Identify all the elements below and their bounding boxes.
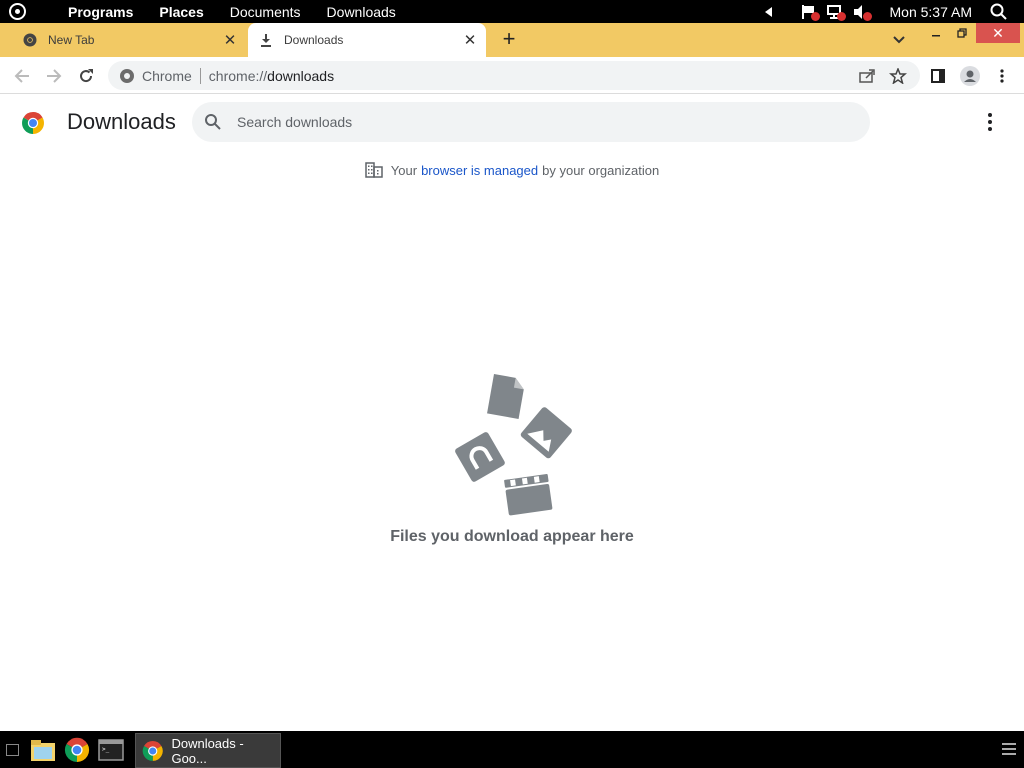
minimize-button[interactable] bbox=[923, 23, 949, 43]
managed-prefix: Your bbox=[390, 162, 418, 178]
page-header: Downloads bbox=[0, 94, 1024, 150]
new-tab-button[interactable]: + bbox=[497, 28, 521, 51]
chrome-site-icon bbox=[120, 68, 134, 83]
managed-notice: Your browser is managed by your organiza… bbox=[0, 162, 1024, 178]
downloads-page: Downloads Your browser is managed by you… bbox=[0, 94, 1024, 731]
volume-muted-icon[interactable] bbox=[852, 4, 872, 21]
building-icon bbox=[365, 162, 383, 178]
reload-icon[interactable] bbox=[75, 65, 97, 87]
chrome-icon bbox=[142, 740, 163, 761]
chrome-launcher-icon[interactable] bbox=[64, 737, 90, 763]
profile-avatar-icon[interactable] bbox=[959, 65, 981, 87]
places-menu[interactable]: Places bbox=[159, 4, 203, 20]
url-host: downloads bbox=[267, 67, 335, 84]
downloads-more-actions-icon[interactable] bbox=[980, 112, 1000, 132]
file-manager-launcher-icon[interactable] bbox=[30, 737, 56, 763]
tray-collapse-arrow-icon[interactable] bbox=[760, 4, 778, 20]
empty-downloads-illustration bbox=[455, 374, 572, 516]
close-tab-icon[interactable]: ✕ bbox=[220, 30, 240, 50]
tab-downloads[interactable]: Downloads ✕ bbox=[248, 23, 486, 57]
site-label: Chrome bbox=[142, 67, 192, 84]
programs-menu[interactable]: Programs bbox=[68, 4, 133, 20]
taskbar-window-title: Downloads - Goo... bbox=[171, 735, 244, 766]
chrome-window: New Tab ✕ Downloads ✕ + ✕ Chrome chrome:… bbox=[0, 23, 1024, 731]
close-window-button[interactable]: ✕ bbox=[976, 23, 1020, 43]
search-icon[interactable] bbox=[990, 3, 1008, 21]
share-icon[interactable] bbox=[858, 68, 876, 84]
address-bar[interactable]: Chrome chrome://downloads bbox=[108, 61, 920, 90]
svg-text:>_: >_ bbox=[102, 746, 110, 753]
bookmark-star-icon[interactable] bbox=[889, 68, 907, 84]
top-panel: Programs Places Documents Downloads Mon … bbox=[0, 0, 1024, 23]
search-downloads-input[interactable] bbox=[237, 114, 837, 130]
bottom-taskbar: >_ Downloads - Goo... bbox=[0, 731, 1024, 768]
page-title: Downloads bbox=[67, 109, 176, 134]
downloads-menu[interactable]: Downloads bbox=[327, 4, 396, 20]
browser-managed-link[interactable]: browser is managed bbox=[421, 163, 538, 178]
system-menu-logo-icon[interactable] bbox=[0, 0, 68, 23]
omnibox-separator bbox=[199, 67, 201, 84]
side-panel-icon[interactable] bbox=[927, 65, 949, 87]
network-icon[interactable] bbox=[826, 4, 846, 21]
tab-title: New Tab bbox=[48, 33, 95, 47]
terminal-launcher-icon[interactable]: >_ bbox=[98, 737, 124, 763]
taskbar-window-downloads[interactable]: Downloads - Goo... bbox=[135, 733, 281, 768]
chrome-logo-icon bbox=[22, 112, 44, 134]
tab-search-chevron-icon[interactable] bbox=[889, 31, 909, 49]
download-icon bbox=[258, 32, 274, 48]
chrome-menu-icon[interactable] bbox=[991, 65, 1013, 87]
back-arrow-icon[interactable] bbox=[11, 65, 33, 87]
forward-arrow-icon[interactable] bbox=[43, 65, 65, 87]
tab-new-tab[interactable]: New Tab ✕ bbox=[12, 23, 246, 57]
documents-menu[interactable]: Documents bbox=[230, 4, 301, 20]
browser-toolbar: Chrome chrome://downloads bbox=[0, 57, 1024, 94]
taskbar-menu-icon[interactable] bbox=[1002, 743, 1016, 755]
show-desktop-icon[interactable] bbox=[6, 744, 19, 756]
search-icon bbox=[205, 114, 221, 130]
empty-state-message: Files you download appear here bbox=[390, 528, 634, 545]
chrome-icon bbox=[22, 32, 38, 48]
clock[interactable]: Mon 5:37 AM bbox=[890, 4, 973, 20]
managed-suffix: by your organization bbox=[542, 162, 660, 178]
close-tab-icon[interactable]: ✕ bbox=[460, 30, 480, 50]
system-tray: Mon 5:37 AM bbox=[760, 0, 1024, 23]
url-scheme: chrome:// bbox=[208, 67, 268, 84]
tab-strip: New Tab ✕ Downloads ✕ + ✕ bbox=[0, 23, 1024, 57]
tab-title: Downloads bbox=[284, 33, 344, 47]
flag-notification-icon[interactable] bbox=[800, 4, 820, 21]
restore-button[interactable] bbox=[949, 23, 975, 43]
search-downloads-box[interactable] bbox=[192, 102, 870, 142]
